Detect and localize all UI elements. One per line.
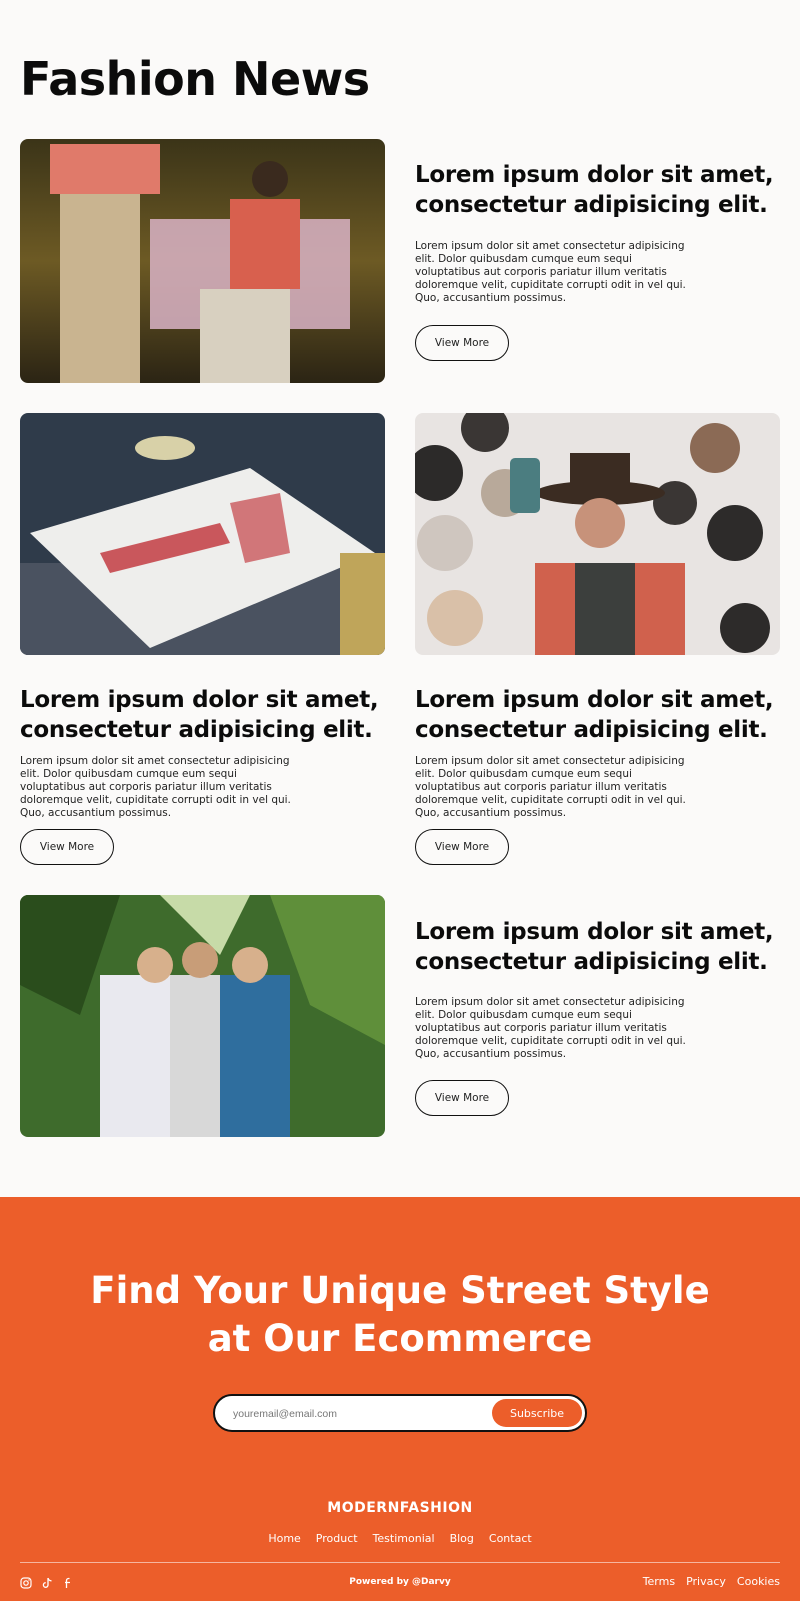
post-3-image[interactable]: [415, 413, 780, 655]
post-2-view-more-button[interactable]: View More: [20, 829, 114, 865]
post-4-body: Lorem ipsum dolor sit amet consectetur a…: [415, 996, 686, 1060]
footer-nav: Home Product Testimonial Blog Contact: [0, 1532, 800, 1545]
post-1-title: Lorem ipsum dolor sit amet, consectetur …: [415, 162, 774, 218]
post-3-body: Lorem ipsum dolor sit amet consectetur a…: [415, 755, 686, 819]
footer-nav-testimonial[interactable]: Testimonial: [373, 1532, 435, 1545]
terms-link[interactable]: Terms: [643, 1575, 675, 1588]
footer-divider: [20, 1562, 780, 1563]
post-2-title: Lorem ipsum dolor sit amet, consectetur …: [20, 687, 379, 743]
subscribe-form: Subscribe: [213, 1394, 587, 1432]
post-4-image[interactable]: [20, 895, 385, 1137]
post-3-title: Lorem ipsum dolor sit amet, consectetur …: [415, 687, 774, 743]
page-title: Fashion News: [20, 52, 370, 106]
legal-links: Terms Privacy Cookies: [643, 1575, 780, 1588]
cookies-link[interactable]: Cookies: [737, 1575, 780, 1588]
footer-nav-contact[interactable]: Contact: [489, 1532, 532, 1545]
footer-nav-home[interactable]: Home: [268, 1532, 300, 1545]
cta-title-line-1: Find Your Unique Street Style: [90, 1269, 710, 1312]
post-1-view-more-button[interactable]: View More: [415, 325, 509, 361]
brand-logo[interactable]: MODERNFASHION: [0, 1500, 800, 1516]
post-3-view-more-button[interactable]: View More: [415, 829, 509, 865]
privacy-link[interactable]: Privacy: [686, 1575, 726, 1588]
cta-title-line-2: at Our Ecommerce: [207, 1317, 593, 1360]
post-2-image[interactable]: [20, 413, 385, 655]
post-2-body: Lorem ipsum dolor sit amet consectetur a…: [20, 755, 291, 819]
footer-nav-blog[interactable]: Blog: [450, 1532, 474, 1545]
post-4-view-more-button[interactable]: View More: [415, 1080, 509, 1116]
post-1-image[interactable]: [20, 139, 385, 383]
footer-nav-product[interactable]: Product: [316, 1532, 358, 1545]
subscribe-button[interactable]: Subscribe: [492, 1399, 582, 1427]
footer: Find Your Unique Street Style at Our Eco…: [0, 1197, 800, 1601]
post-4-title: Lorem ipsum dolor sit amet, consectetur …: [415, 919, 774, 975]
post-1-body: Lorem ipsum dolor sit amet consectetur a…: [415, 240, 686, 304]
cta-title: Find Your Unique Street Style at Our Eco…: [0, 1267, 800, 1363]
email-input[interactable]: [233, 1404, 483, 1424]
